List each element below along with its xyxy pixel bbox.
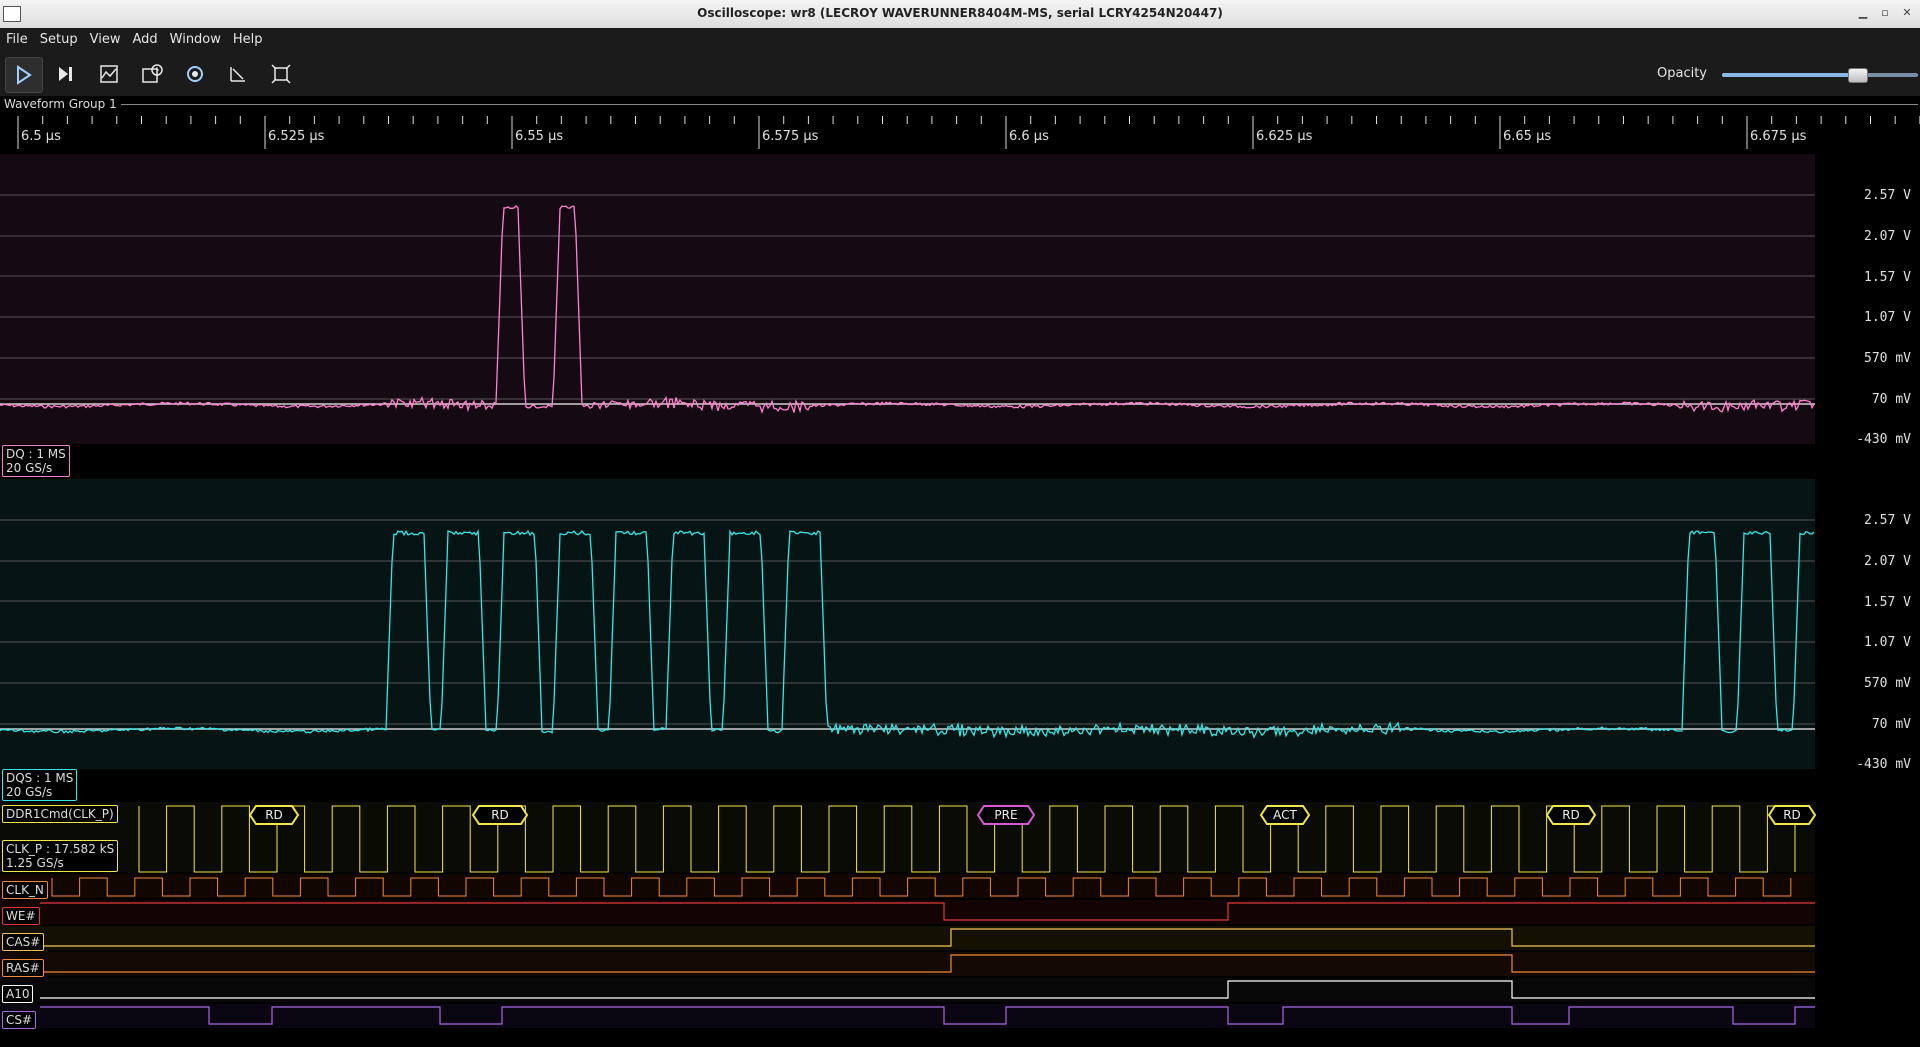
- menu-bar: File Setup View Add Window Help: [0, 28, 1920, 52]
- dqs-channel-name: DQS : 1 MS: [6, 771, 74, 785]
- waveform-icon: [100, 65, 118, 83]
- protocol-command-pre[interactable]: PRE: [978, 807, 1034, 823]
- dq-channel-info[interactable]: DQ : 1 MS 20 GS/s: [2, 445, 70, 477]
- clk-p-channel-info[interactable]: CLK_P : 17.582 kS 1.25 GS/s: [2, 840, 119, 872]
- cas-label[interactable]: CAS#: [2, 933, 45, 951]
- time-tick-label: 6.625 µs: [1256, 129, 1313, 144]
- ras-label[interactable]: RAS#: [2, 959, 44, 977]
- ddr1cmd-label[interactable]: DDR1Cmd(CLK_P): [2, 805, 118, 823]
- protocol-command-act[interactable]: ACT: [1261, 807, 1309, 823]
- time-tick-label: 6.675 µs: [1750, 129, 1807, 144]
- dq-waveform-plot[interactable]: [0, 154, 1815, 444]
- window-titlebar: Oscilloscope: wr8 (LECROY WAVERUNNER8404…: [0, 0, 1920, 29]
- protocol-command-rd[interactable]: RD: [1547, 807, 1595, 823]
- play-icon: [17, 65, 32, 85]
- gear-icon: [187, 66, 203, 82]
- dq-channel-name: DQ : 1 MS: [6, 447, 66, 461]
- add-measurement-button[interactable]: [134, 57, 170, 91]
- a10-label[interactable]: A10: [2, 985, 34, 1003]
- start-trigger-button[interactable]: [5, 57, 43, 93]
- menu-window[interactable]: Window: [164, 28, 227, 47]
- single-trigger-button[interactable]: [48, 57, 84, 91]
- step-icon: [59, 67, 72, 81]
- plot-background: [0, 479, 1815, 769]
- close-icon[interactable]: ✕: [1901, 7, 1913, 19]
- opacity-label: Opacity: [1657, 66, 1708, 81]
- analyze-button[interactable]: [220, 57, 256, 91]
- dq-volt-label: 570 mV: [1864, 351, 1911, 366]
- dq-volt-label: 1.57 V: [1864, 270, 1911, 285]
- we-label[interactable]: WE#: [2, 907, 40, 925]
- group-divider: [120, 104, 1918, 105]
- fullscreen-icon: [271, 64, 291, 84]
- protocol-command-rd[interactable]: RD: [1769, 807, 1815, 823]
- dqs-channel-info[interactable]: DQS : 1 MS 20 GS/s: [2, 769, 78, 801]
- window-title: Oscilloscope: wr8 (LECROY WAVERUNNER8404…: [697, 6, 1223, 20]
- plot-background: [0, 154, 1815, 444]
- dq-sample-rate: 20 GS/s: [6, 461, 53, 475]
- menu-view[interactable]: View: [84, 28, 127, 47]
- time-tick-label: 6.525 µs: [268, 129, 325, 144]
- dqs-volt-label: 570 mV: [1864, 676, 1911, 691]
- menu-setup[interactable]: Setup: [34, 28, 84, 47]
- time-axis[interactable]: 6.5 µs 6.525 µs 6.55 µs 6.575 µs 6.6 µs 6.625…: [0, 112, 1920, 154]
- history-button[interactable]: [91, 57, 127, 91]
- settings-button[interactable]: [177, 57, 213, 91]
- menu-add[interactable]: Add: [126, 28, 163, 47]
- clk-p-channel-name: CLK_P : 17.582 kS: [6, 842, 115, 856]
- dqs-sample-rate: 20 GS/s: [6, 785, 53, 799]
- toolbar: [0, 52, 1920, 96]
- menu-file[interactable]: File: [0, 28, 34, 47]
- dq-volt-label: 2.07 V: [1864, 229, 1911, 244]
- dqs-volt-label: 2.07 V: [1864, 554, 1911, 569]
- measure-icon: [142, 64, 163, 83]
- waveform-group-header: Waveform Group 1: [0, 96, 1920, 112]
- time-tick-label: 6.6 µs: [1009, 129, 1049, 144]
- cs-label[interactable]: CS#: [2, 1011, 37, 1029]
- menu-help[interactable]: Help: [227, 28, 269, 47]
- maximize-icon[interactable]: ▫: [1879, 7, 1891, 19]
- dqs-volt-label: 1.07 V: [1864, 635, 1911, 650]
- time-tick-label: 6.5 µs: [21, 129, 61, 144]
- time-tick-label: 6.55 µs: [515, 129, 564, 144]
- opacity-slider-fill: [1722, 73, 1858, 77]
- dqs-volt-label: -430 mV: [1856, 757, 1911, 772]
- dq-volt-label: 70 mV: [1871, 392, 1911, 407]
- minimize-icon[interactable]: ▁: [1857, 7, 1869, 19]
- dq-volt-label: 2.57 V: [1864, 188, 1911, 203]
- dqs-volt-label: 70 mV: [1871, 717, 1911, 732]
- protocol-command-rd[interactable]: RD: [250, 807, 298, 823]
- protocol-command-rd[interactable]: RD: [473, 807, 527, 823]
- opacity-slider-handle[interactable]: [1848, 68, 1869, 83]
- dq-volt-label: -430 mV: [1856, 432, 1911, 447]
- dqs-waveform-plot[interactable]: [0, 479, 1815, 769]
- dqs-volt-label: 1.57 V: [1864, 595, 1911, 610]
- fullscreen-button[interactable]: [263, 57, 299, 91]
- time-tick-label: 6.575 µs: [762, 129, 819, 144]
- waveform-group-title: Waveform Group 1: [4, 97, 121, 111]
- clk-n-label[interactable]: CLK_N: [2, 881, 48, 899]
- triangle-icon: [230, 67, 245, 82]
- digital-waveforms[interactable]: [0, 802, 1815, 1034]
- clk-p-sample-rate: 1.25 GS/s: [6, 856, 64, 870]
- time-tick-label: 6.65 µs: [1503, 129, 1552, 144]
- dq-volt-label: 1.07 V: [1864, 310, 1911, 325]
- dqs-volt-label: 2.57 V: [1864, 513, 1911, 528]
